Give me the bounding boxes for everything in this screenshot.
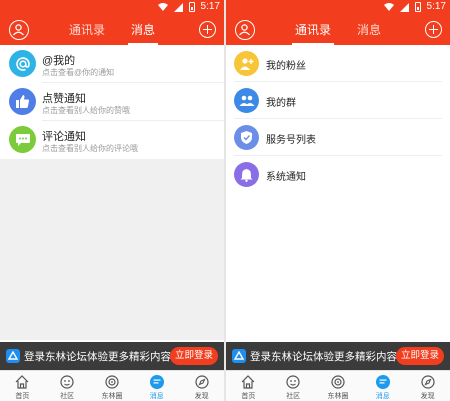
item-title: 点赞通知 — [42, 93, 86, 105]
thumbs-up-icon — [9, 88, 36, 115]
header-tabs: 通讯录 消息 — [66, 15, 159, 45]
message-icon — [149, 375, 164, 389]
app-logo-icon — [6, 349, 20, 363]
app-logo-icon — [232, 349, 246, 363]
login-message: 登录东林论坛体验更多精彩内容 — [24, 351, 171, 363]
home-icon — [241, 375, 255, 389]
item-subtitle: 点击查看别人给你的评论哦 — [42, 144, 138, 153]
bell-icon — [234, 162, 259, 187]
list-item-mentions[interactable]: @我的 点击查看@你的通知 — [0, 45, 224, 83]
tab-label: 消息 — [375, 393, 390, 400]
empty-area — [0, 159, 224, 340]
tab-messages[interactable]: 消息 — [354, 15, 384, 45]
item-subtitle: 点击查看别人给你的赞哦 — [42, 106, 130, 115]
notification-list: @我的 点击查看@你的通知 点赞通知 点击查看别人给你的赞哦 评论通知 点击查看… — [0, 45, 224, 159]
status-time: 5:17 — [426, 1, 446, 12]
tab-label: 发现 — [420, 393, 435, 400]
item-title: 我的群 — [266, 98, 296, 109]
list-item-likes[interactable]: 点赞通知 点击查看别人给你的赞哦 — [0, 83, 224, 121]
tab-discover[interactable]: 发现 — [179, 371, 224, 401]
item-title: 评论通知 — [42, 131, 86, 143]
item-title: 系统通知 — [266, 172, 306, 183]
circle-icon — [105, 375, 119, 389]
list-item-service-accounts[interactable]: 服务号列表 — [226, 119, 450, 156]
item-title: 我的粉丝 — [266, 61, 306, 72]
bottom-tabbar: 首页 社区 东林圈 消息 发现 — [226, 370, 450, 401]
login-banner: 登录东林论坛体验更多精彩内容 立即登录 — [0, 342, 224, 370]
avatar-button[interactable] — [9, 20, 29, 40]
tab-home[interactable]: 首页 — [0, 371, 45, 401]
status-time: 5:17 — [200, 1, 220, 12]
tab-label: 发现 — [194, 393, 209, 400]
status-bar: 5:17 — [226, 0, 450, 15]
tab-message[interactable]: 消息 — [134, 371, 179, 401]
user-icon — [239, 24, 250, 36]
comment-icon — [9, 126, 36, 153]
tab-community[interactable]: 社区 — [45, 371, 90, 401]
top-header: 通讯录 消息 — [226, 15, 450, 45]
login-message: 登录东林论坛体验更多精彩内容 — [250, 351, 397, 363]
discover-icon — [194, 375, 209, 389]
circle-icon — [331, 375, 345, 389]
tab-label: 社区 — [60, 393, 75, 400]
wifi-icon — [383, 3, 394, 11]
item-title: @我的 — [42, 55, 76, 67]
fans-icon — [234, 51, 259, 76]
community-icon — [286, 375, 300, 389]
tab-label: 东林圈 — [101, 393, 123, 400]
status-bar: 5:17 — [0, 0, 224, 15]
login-button[interactable]: 立即登录 — [396, 347, 444, 365]
battery-icon — [188, 2, 195, 12]
tab-label: 首页 — [241, 393, 256, 400]
discover-icon — [420, 375, 435, 389]
add-button[interactable] — [425, 21, 442, 38]
signal-icon — [173, 2, 183, 12]
list-item-fans[interactable]: 我的粉丝 — [226, 45, 450, 82]
bottom-tabbar: 首页 社区 东林圈 消息 发现 — [0, 370, 224, 401]
contacts-screen: 5:17 通讯录 消息 我的粉丝 我的群 服务号列表 系统通知 登录东林论坛体验… — [226, 0, 450, 401]
tab-community[interactable]: 社区 — [271, 371, 316, 401]
add-button[interactable] — [199, 21, 216, 38]
item-subtitle: 点击查看@你的通知 — [42, 68, 115, 77]
group-icon — [234, 88, 259, 113]
item-title: 服务号列表 — [266, 135, 316, 146]
avatar-button[interactable] — [235, 20, 255, 40]
tab-contacts[interactable]: 通讯录 — [292, 15, 335, 45]
community-icon — [60, 375, 74, 389]
top-header: 通讯录 消息 — [0, 15, 224, 45]
user-icon — [13, 24, 24, 36]
at-icon — [9, 50, 36, 77]
tab-label: 社区 — [286, 393, 301, 400]
tab-label: 消息 — [149, 393, 164, 400]
list-item-groups[interactable]: 我的群 — [226, 82, 450, 119]
tab-label: 首页 — [15, 393, 30, 400]
tab-circle[interactable]: 东林圈 — [316, 371, 361, 401]
signal-icon — [399, 2, 409, 12]
tab-message[interactable]: 消息 — [360, 371, 405, 401]
tab-discover[interactable]: 发现 — [405, 371, 450, 401]
tab-messages[interactable]: 消息 — [128, 15, 159, 45]
login-button[interactable]: 立即登录 — [170, 347, 218, 365]
home-icon — [15, 375, 29, 389]
list-item-comments[interactable]: 评论通知 点击查看别人给你的评论哦 — [0, 121, 224, 159]
message-icon — [375, 375, 390, 389]
battery-icon — [414, 2, 421, 12]
tab-home[interactable]: 首页 — [226, 371, 271, 401]
shield-check-icon — [234, 125, 259, 150]
list-item-system-notice[interactable]: 系统通知 — [226, 156, 450, 193]
wifi-icon — [157, 3, 168, 11]
contacts-list: 我的粉丝 我的群 服务号列表 系统通知 — [226, 45, 450, 193]
messages-screen: 5:17 通讯录 消息 @我的 点击查看@你的通知 点赞通知 点击查看别人给你的… — [0, 0, 224, 401]
tab-circle[interactable]: 东林圈 — [90, 371, 135, 401]
tab-contacts[interactable]: 通讯录 — [66, 15, 108, 45]
login-banner: 登录东林论坛体验更多精彩内容 立即登录 — [226, 342, 450, 370]
tab-label: 东林圈 — [327, 393, 349, 400]
header-tabs: 通讯录 消息 — [292, 15, 384, 45]
